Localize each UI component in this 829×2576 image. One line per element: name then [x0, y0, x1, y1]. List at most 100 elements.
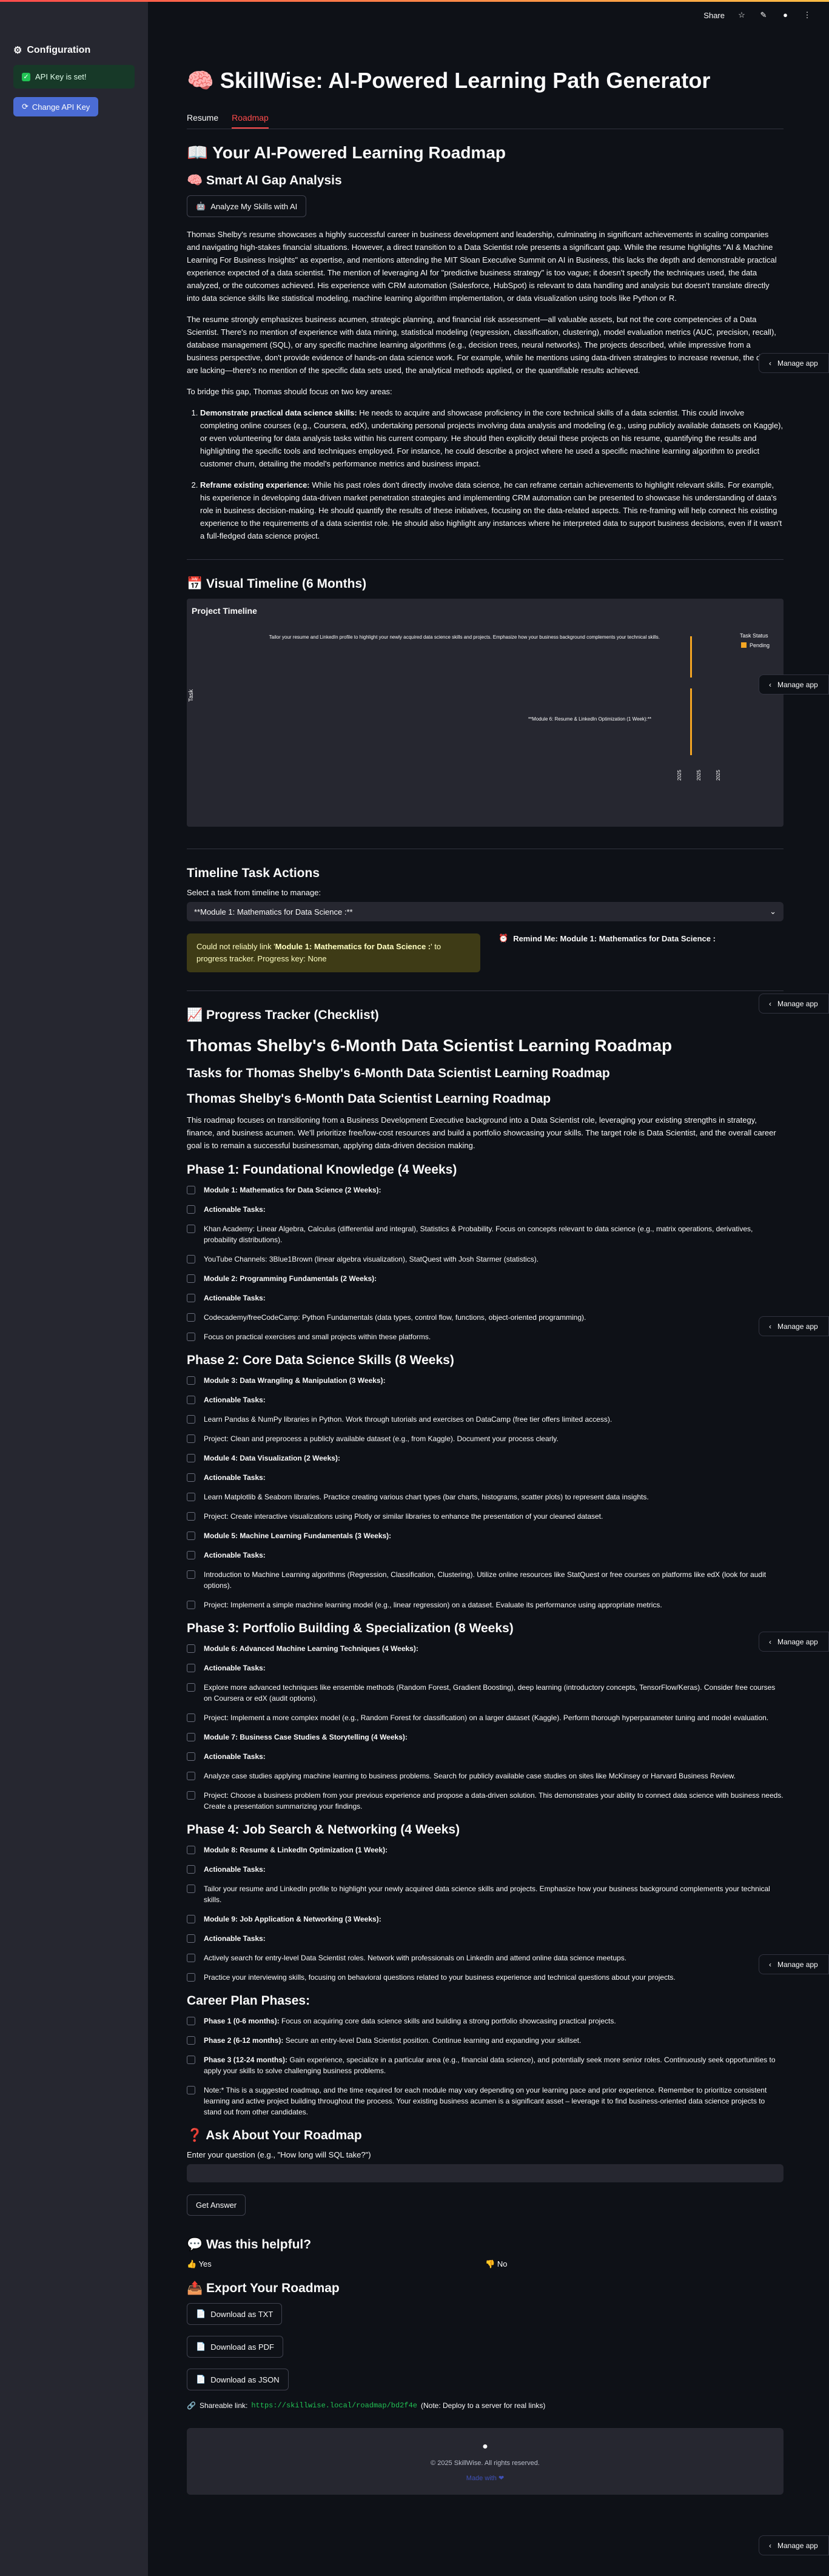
checklist-item[interactable]: Focus on practical exercises and small p…	[187, 1331, 784, 1342]
checkbox[interactable]	[187, 1551, 195, 1559]
checklist-item[interactable]: Explore more advanced techniques like en…	[187, 1682, 784, 1704]
checklist-item[interactable]: Module 4: Data Visualization (2 Weeks):	[187, 1453, 784, 1464]
checklist-item[interactable]: Analyze case studies applying machine le…	[187, 1771, 784, 1781]
checklist-item[interactable]: Phase 1 (0-6 months): Focus on acquiring…	[187, 2016, 784, 2026]
checkbox[interactable]	[187, 1664, 195, 1672]
checkbox[interactable]	[187, 1255, 195, 1263]
checklist-item[interactable]: Actionable Tasks:	[187, 1394, 784, 1405]
manage-app-button[interactable]: ‹ Manage app	[759, 1316, 829, 1336]
checklist-item[interactable]: Phase 3 (12-24 months): Gain experience,…	[187, 2054, 784, 2076]
checklist-item[interactable]: Actionable Tasks:	[187, 1204, 784, 1215]
timeline-chart[interactable]: Task Tailor your resume and LinkedIn prof…	[187, 599, 784, 827]
checkbox[interactable]	[187, 2017, 195, 2025]
checklist-item[interactable]: Khan Academy: Linear Algebra, Calculus (…	[187, 1223, 784, 1245]
checkbox[interactable]	[187, 1954, 195, 1962]
checklist-item[interactable]: Actionable Tasks:	[187, 1933, 784, 1944]
checklist-item[interactable]: YouTube Channels: 3Blue1Brown (linear al…	[187, 1254, 784, 1265]
checklist-item[interactable]: Actionable Tasks:	[187, 1472, 784, 1483]
checklist-item[interactable]: Learn Pandas & NumPy libraries in Python…	[187, 1414, 784, 1425]
checklist-item[interactable]: Module 8: Resume & LinkedIn Optimization…	[187, 1845, 784, 1855]
checkbox[interactable]	[187, 1454, 195, 1462]
checkbox[interactable]	[187, 1865, 195, 1874]
checkbox[interactable]	[187, 1415, 195, 1424]
checklist-item[interactable]: Actionable Tasks:	[187, 1663, 784, 1673]
checkbox[interactable]	[187, 1473, 195, 1482]
checklist-item[interactable]: Note:* This is a suggested roadmap, and …	[187, 2085, 784, 2117]
checklist-item[interactable]: Module 3: Data Wrangling & Manipulation …	[187, 1375, 784, 1386]
manage-app-button[interactable]: ‹ Manage app	[759, 1954, 829, 1974]
checklist-item[interactable]: Phase 2 (6-12 months): Secure an entry-l…	[187, 2035, 784, 2046]
checklist-item[interactable]: Project: Clean and preprocess a publicly…	[187, 1433, 784, 1444]
checklist-item[interactable]: Actionable Tasks:	[187, 1550, 784, 1561]
checklist-item[interactable]: Actionable Tasks:	[187, 1751, 784, 1762]
checklist-item[interactable]: Module 9: Job Application & Networking (…	[187, 1914, 784, 1925]
task-select[interactable]: **Module 1: Mathematics for Data Science…	[187, 902, 784, 921]
tab-resume[interactable]: Resume	[187, 108, 218, 129]
checklist-item[interactable]: Module 7: Business Case Studies & Storyt…	[187, 1732, 784, 1743]
manage-app-button[interactable]: ‹ Manage app	[759, 674, 829, 694]
checkbox[interactable]	[187, 1934, 195, 1943]
timeline-chart-card[interactable]: Project Timeline Task Tailor your resume …	[187, 599, 784, 827]
download-json-button[interactable]: 📄 Download as JSON	[187, 2369, 289, 2390]
manage-app-button[interactable]: ‹ Manage app	[759, 994, 829, 1014]
question-input[interactable]	[187, 2164, 784, 2182]
edit-icon[interactable]: ✎	[759, 10, 768, 20]
checkbox[interactable]	[187, 1973, 195, 1982]
checkbox[interactable]	[187, 1733, 195, 1741]
checkbox[interactable]	[187, 1885, 195, 1893]
checkbox[interactable]	[187, 1846, 195, 1854]
checkbox[interactable]	[187, 1752, 195, 1761]
tab-roadmap[interactable]: Roadmap	[232, 108, 269, 129]
checkbox[interactable]	[187, 1225, 195, 1233]
checklist-item[interactable]: Practice your interviewing skills, focus…	[187, 1972, 784, 1983]
checklist-item[interactable]: Module 5: Machine Learning Fundamentals …	[187, 1530, 784, 1541]
checklist-item[interactable]: Project: Implement a more complex model …	[187, 1712, 784, 1723]
download-txt-button[interactable]: 📄 Download as TXT	[187, 2303, 283, 2325]
manage-app-button[interactable]: ‹ Manage app	[759, 1632, 829, 1652]
checkbox[interactable]	[187, 1683, 195, 1692]
checklist-item[interactable]: Module 6: Advanced Machine Learning Tech…	[187, 1643, 784, 1654]
checklist-item[interactable]: Codecademy/freeCodeCamp: Python Fundamen…	[187, 1312, 784, 1323]
checklist-item[interactable]: Actionable Tasks:	[187, 1864, 784, 1875]
github-icon[interactable]: ●	[482, 2441, 488, 2452]
checkbox[interactable]	[187, 1644, 195, 1653]
shareable-link[interactable]: https://skillwise.local/roadmap/bd2f4e	[251, 2401, 417, 2410]
checkbox[interactable]	[187, 1434, 195, 1443]
checkbox[interactable]	[187, 1376, 195, 1385]
analyze-skills-button[interactable]: 🤖 Analyze My Skills with AI	[187, 195, 307, 217]
checkbox[interactable]	[187, 2056, 195, 2064]
main-menu-icon[interactable]: ⋮	[802, 10, 812, 20]
checkbox[interactable]	[187, 1493, 195, 1501]
checklist-item[interactable]: Module 1: Mathematics for Data Science (…	[187, 1185, 784, 1196]
checkbox[interactable]	[187, 1791, 195, 1800]
checkbox[interactable]	[187, 1396, 195, 1404]
checklist-item[interactable]: Project: Implement a simple machine lear…	[187, 1599, 784, 1610]
change-api-key-button[interactable]: ⟳ Change API Key	[13, 97, 99, 116]
checklist-item[interactable]: Introduction to Machine Learning algorit…	[187, 1569, 784, 1591]
download-pdf-button[interactable]: 📄 Download as PDF	[187, 2336, 283, 2358]
checkbox[interactable]	[187, 1915, 195, 1923]
checkbox[interactable]	[187, 1570, 195, 1579]
checklist-item[interactable]: Learn Matplotlib & Seaborn libraries. Pr…	[187, 1491, 784, 1502]
checkbox[interactable]	[187, 1333, 195, 1341]
checkbox[interactable]	[187, 1294, 195, 1302]
checkbox[interactable]	[187, 1601, 195, 1609]
manage-app-button[interactable]: ‹ Manage app	[759, 353, 829, 373]
checkbox[interactable]	[187, 1205, 195, 1214]
checkbox[interactable]	[187, 1186, 195, 1194]
checkbox[interactable]	[187, 1274, 195, 1283]
checkbox[interactable]	[187, 1313, 195, 1322]
star-icon[interactable]: ☆	[737, 10, 747, 20]
checkbox[interactable]	[187, 1532, 195, 1540]
checklist-item[interactable]: Tailor your resume and LinkedIn profile …	[187, 1883, 784, 1905]
checklist-item[interactable]: Actionable Tasks:	[187, 1293, 784, 1303]
checkbox[interactable]	[187, 1512, 195, 1521]
checkbox[interactable]	[187, 2086, 195, 2094]
github-icon[interactable]: ●	[780, 10, 790, 20]
checklist-item[interactable]: Module 2: Programming Fundamentals (2 We…	[187, 1273, 784, 1284]
checkbox[interactable]	[187, 1772, 195, 1780]
checklist-item[interactable]: Project: Choose a business problem from …	[187, 1790, 784, 1812]
checklist-item[interactable]: Project: Create interactive visualizatio…	[187, 1511, 784, 1522]
checkbox[interactable]	[187, 2036, 195, 2045]
checklist-item[interactable]: Actively search for entry-level Data Sci…	[187, 1952, 784, 1963]
